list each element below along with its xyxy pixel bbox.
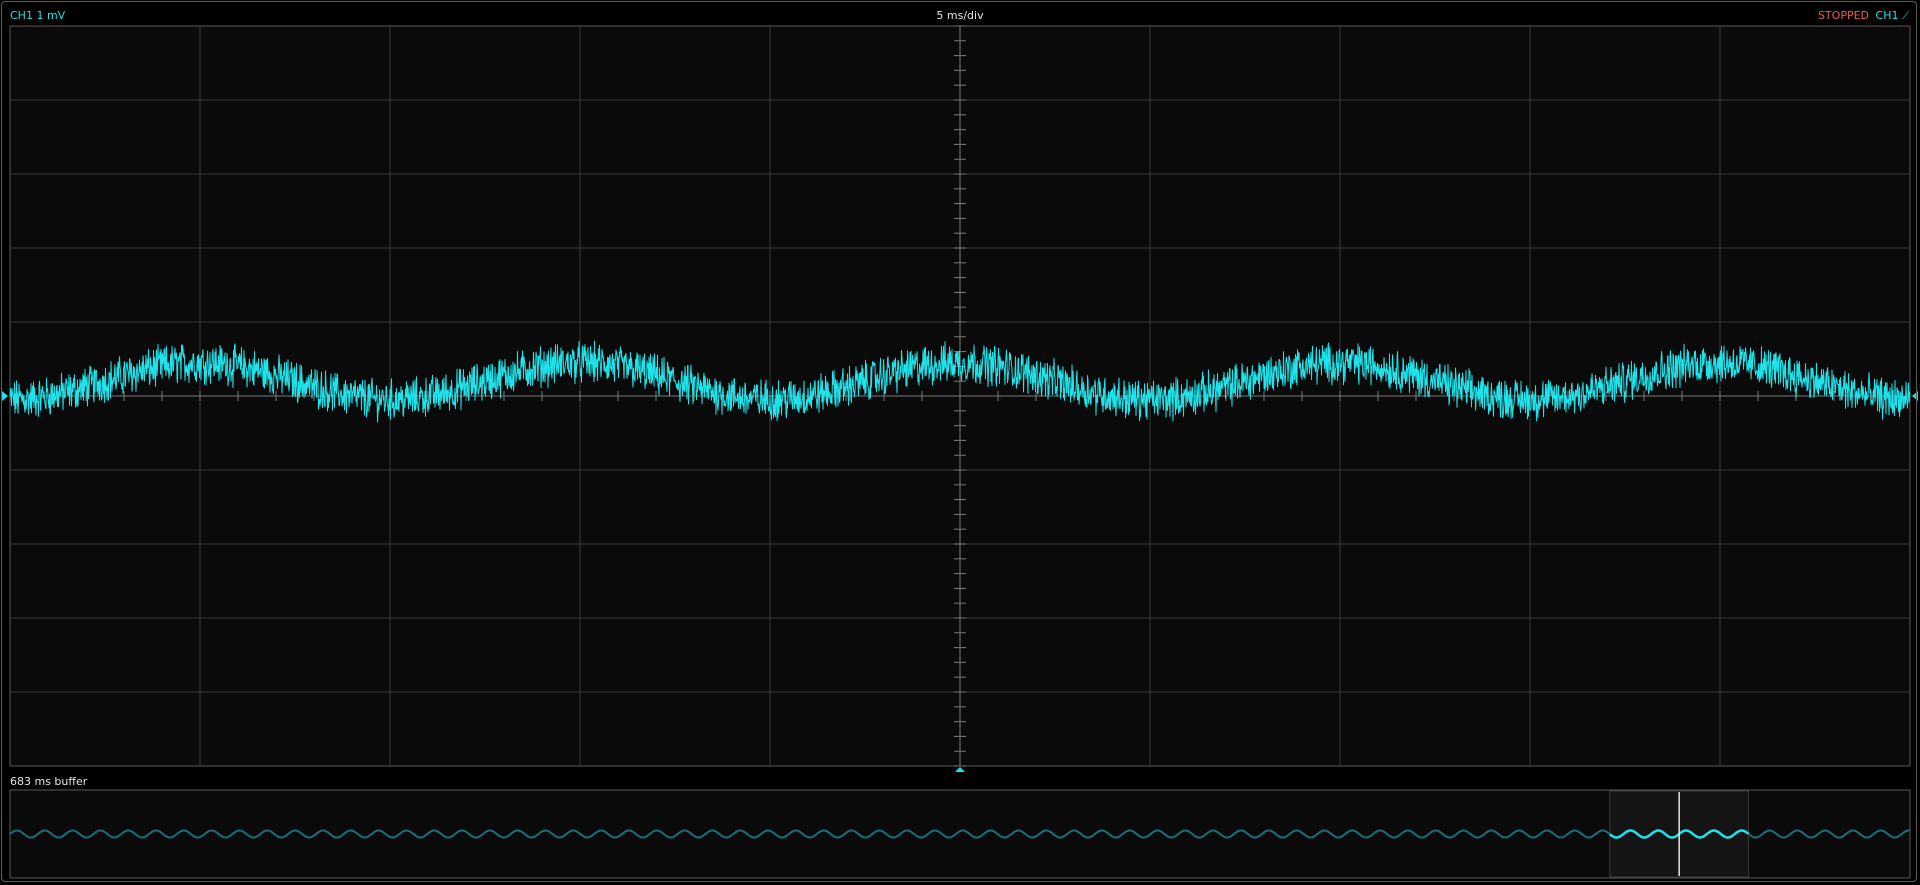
ch1-offset-marker[interactable] bbox=[2, 391, 8, 401]
trigger-position-marker[interactable] bbox=[955, 767, 965, 772]
buffer-duration-label: 683 ms buffer bbox=[10, 775, 88, 788]
oscilloscope-window: CH1 1 mV 5 ms/div STOPPED CH1 ⟋ 683 ms b… bbox=[0, 0, 1920, 885]
scope-display[interactable] bbox=[0, 0, 1920, 885]
trigger-level-marker[interactable] bbox=[1912, 391, 1918, 401]
